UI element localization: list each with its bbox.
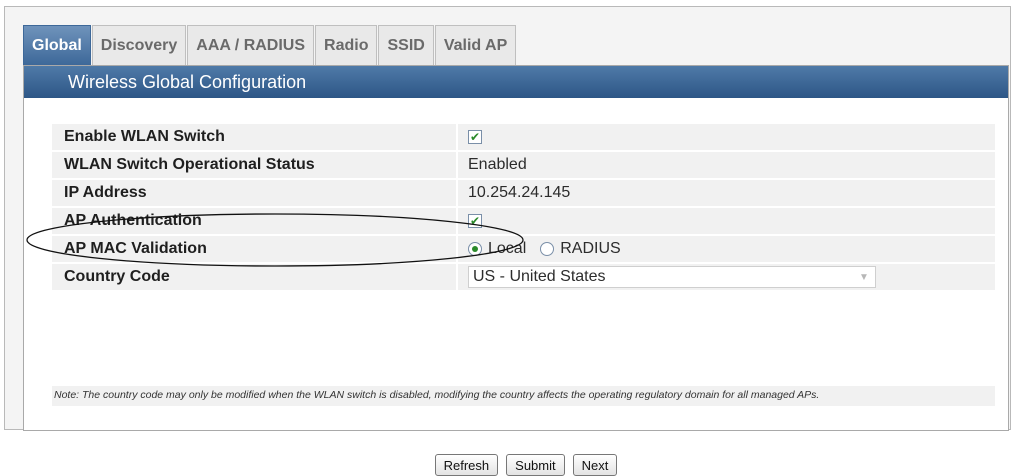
radio-radius[interactable] bbox=[540, 242, 555, 256]
refresh-button[interactable]: Refresh bbox=[434, 454, 499, 476]
row-ap-mac-validation: AP MAC Validation Local RADIUS bbox=[52, 236, 995, 264]
tab-global[interactable]: Global bbox=[23, 25, 91, 65]
panel-title: Wireless Global Configuration bbox=[24, 66, 1008, 98]
row-ap-authentication: AP Authentication ✔ bbox=[52, 208, 995, 236]
enable-wlan-switch-checkbox[interactable]: ✔ bbox=[468, 130, 482, 144]
row-ip-address: IP Address 10.254.24.145 bbox=[52, 180, 995, 208]
country-code-note: Note: The country code may only be modif… bbox=[52, 386, 995, 406]
radio-radius-label: RADIUS bbox=[560, 240, 621, 257]
settings-table: Enable WLAN Switch ✔ WLAN Switch Operati… bbox=[52, 124, 995, 292]
row-wlan-status: WLAN Switch Operational Status Enabled bbox=[52, 152, 995, 180]
global-config-panel: Wireless Global Configuration Enable WLA… bbox=[23, 65, 1009, 476]
enable-wlan-switch-label: Enable WLAN Switch bbox=[52, 124, 458, 150]
country-code-value: US - United States bbox=[473, 268, 606, 285]
wlan-status-label: WLAN Switch Operational Status bbox=[52, 152, 458, 178]
row-country-code: Country Code US - United States ▼ bbox=[52, 264, 995, 292]
radio-local[interactable] bbox=[468, 242, 482, 256]
ip-address-label: IP Address bbox=[52, 180, 458, 206]
country-code-select[interactable]: US - United States ▼ bbox=[468, 266, 876, 288]
tab-ssid[interactable]: SSID bbox=[378, 25, 434, 65]
next-button[interactable]: Next bbox=[572, 454, 618, 476]
button-bar: Refresh Submit Next bbox=[24, 454, 1008, 476]
ap-mac-validation-label: AP MAC Validation bbox=[52, 236, 458, 262]
wlan-status-value: Enabled bbox=[468, 156, 527, 173]
chevron-down-icon: ▼ bbox=[859, 271, 869, 283]
tab-radio[interactable]: Radio bbox=[315, 25, 378, 65]
config-frame: Global Discovery AAA / RADIUS Radio SSID… bbox=[4, 6, 1011, 476]
tab-bar: Global Discovery AAA / RADIUS Radio SSID… bbox=[23, 25, 517, 65]
ap-mac-validation-radios: Local RADIUS bbox=[468, 240, 629, 258]
country-code-label: Country Code bbox=[52, 264, 458, 290]
radio-local-label: Local bbox=[488, 240, 527, 257]
tab-valid-ap[interactable]: Valid AP bbox=[434, 25, 517, 65]
tab-aaa-radius[interactable]: AAA / RADIUS bbox=[187, 25, 315, 65]
row-enable-wlan-switch: Enable WLAN Switch ✔ bbox=[52, 124, 995, 152]
submit-button[interactable]: Submit bbox=[506, 454, 565, 476]
tab-discovery[interactable]: Discovery bbox=[91, 25, 187, 65]
ip-address-value: 10.254.24.145 bbox=[468, 184, 571, 201]
ap-authentication-checkbox[interactable]: ✔ bbox=[468, 214, 482, 228]
ap-authentication-label: AP Authentication bbox=[52, 208, 458, 234]
